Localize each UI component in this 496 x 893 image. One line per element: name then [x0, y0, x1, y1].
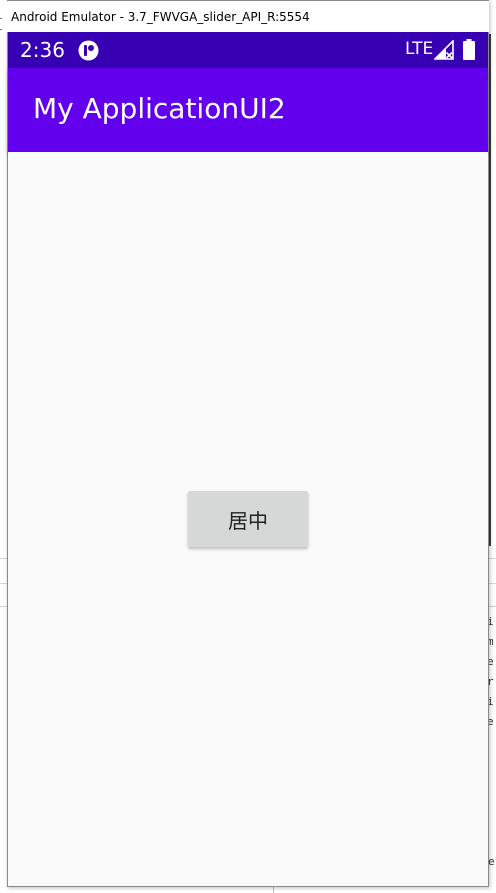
background-panel-edge — [489, 34, 491, 546]
signal-icon — [434, 40, 454, 60]
emulator-window: Android Emulator - 3.7_FWVGA_slider_API_… — [2, 0, 489, 887]
status-time: 2:36 — [20, 38, 65, 62]
battery-icon — [463, 39, 475, 60]
status-network-label: LTE — [405, 39, 434, 59]
app-notification-icon — [78, 40, 99, 61]
app-title: My ApplicationUI2 — [33, 92, 286, 125]
window-title: Android Emulator - 3.7_FWVGA_slider_API_… — [11, 9, 310, 24]
center-button[interactable]: 居中 — [188, 491, 308, 547]
status-bar: 2:36 LTE — [8, 32, 488, 68]
window-titlebar[interactable]: Android Emulator - 3.7_FWVGA_slider_API_… — [2, 1, 489, 32]
main-content: 居中 — [8, 152, 488, 886]
app-toolbar: My ApplicationUI2 — [8, 68, 488, 152]
